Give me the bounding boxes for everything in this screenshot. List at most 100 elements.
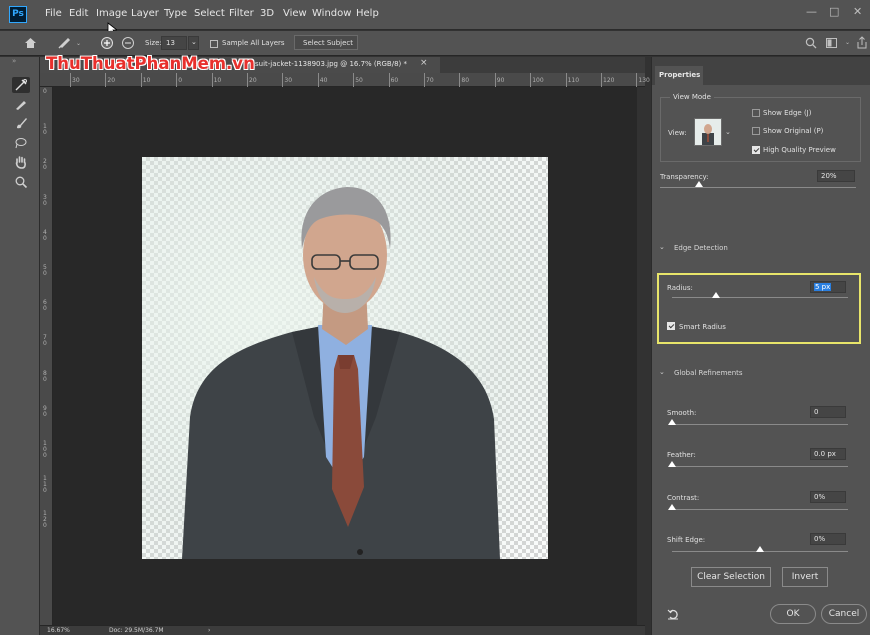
menu-select[interactable]: Select bbox=[194, 8, 225, 19]
ruler-tick-mark bbox=[247, 73, 248, 87]
show-edge-checkbox[interactable] bbox=[752, 109, 760, 117]
properties-panel: Properties View Mode View: ⌄ Show Edge (… bbox=[651, 57, 870, 635]
radius-slider[interactable] bbox=[672, 297, 848, 298]
share-icon[interactable] bbox=[856, 36, 868, 49]
sample-all-layers-label: Sample All Layers bbox=[222, 39, 285, 47]
ruler-tick-label: 110 bbox=[567, 77, 580, 84]
ruler-tick-label: 110 bbox=[43, 475, 47, 495]
contrast-input[interactable]: 0% bbox=[810, 491, 846, 503]
shift-edge-input[interactable]: 0% bbox=[810, 533, 846, 545]
photoshop-logo-icon[interactable]: Ps bbox=[9, 6, 27, 23]
ruler-tick-label: 120 bbox=[603, 77, 615, 84]
global-refinements-title: Global Refinements bbox=[674, 369, 743, 377]
menu-image[interactable]: Image bbox=[96, 8, 127, 19]
ruler-tick-label: 30 bbox=[284, 77, 293, 84]
transparency-slider[interactable] bbox=[660, 187, 856, 188]
menu-file[interactable]: File bbox=[45, 8, 62, 19]
ruler-tick-mark bbox=[211, 73, 213, 87]
size-input[interactable]: 13 bbox=[161, 36, 187, 50]
ruler-tick-label: 0 bbox=[178, 77, 183, 84]
radius-label: Radius: bbox=[667, 284, 693, 292]
watermark-logo: ThuThuatPhanMem.vn bbox=[46, 54, 255, 73]
refine-edge-brush-tool[interactable] bbox=[12, 96, 30, 112]
status-menu-arrow-icon[interactable]: › bbox=[208, 627, 210, 634]
collapse-toolbar-icon[interactable]: » bbox=[12, 57, 16, 65]
workspace-chevron-icon[interactable]: ⌄ bbox=[845, 39, 850, 46]
shift-edge-slider-thumb[interactable] bbox=[756, 546, 764, 552]
feather-slider-thumb[interactable] bbox=[668, 461, 676, 467]
close-tab-icon[interactable]: × bbox=[420, 58, 428, 68]
ruler-tick-mark bbox=[494, 73, 496, 87]
transparency-slider-thumb[interactable] bbox=[695, 181, 704, 187]
smooth-slider[interactable] bbox=[672, 424, 848, 425]
zoom-tool[interactable] bbox=[12, 174, 30, 190]
cancel-button[interactable]: Cancel bbox=[821, 604, 867, 624]
properties-tab[interactable]: Properties bbox=[655, 66, 703, 85]
ruler-tick-mark bbox=[601, 73, 602, 87]
clear-selection-button[interactable]: Clear Selection bbox=[691, 567, 771, 587]
radius-input[interactable]: 5 px bbox=[810, 281, 846, 293]
brush-dropdown-chevron-icon[interactable]: ⌄ bbox=[76, 40, 81, 47]
transparency-input[interactable]: 20% bbox=[817, 170, 855, 182]
ruler-tick-label: 70 bbox=[43, 334, 47, 348]
reset-icon[interactable] bbox=[667, 608, 679, 620]
zoom-icon bbox=[15, 176, 28, 189]
ruler-tick-mark bbox=[140, 73, 142, 87]
select-subject-button[interactable]: Select Subject bbox=[294, 35, 358, 50]
subtract-from-selection-icon[interactable] bbox=[121, 36, 135, 50]
radius-slider-thumb[interactable] bbox=[712, 292, 720, 298]
size-label: Size: bbox=[145, 39, 162, 47]
ok-button[interactable]: OK bbox=[770, 604, 816, 624]
quick-selection-brush-icon[interactable] bbox=[57, 36, 71, 50]
menu-window[interactable]: Window bbox=[312, 8, 351, 19]
add-to-selection-icon[interactable] bbox=[100, 36, 114, 50]
brush-tool[interactable] bbox=[12, 115, 30, 131]
ruler-tick-label: 90 bbox=[496, 77, 505, 84]
menu-view[interactable]: View bbox=[283, 8, 307, 19]
view-dropdown-chevron-icon[interactable]: ⌄ bbox=[725, 128, 731, 136]
close-window-button[interactable]: ✕ bbox=[853, 5, 862, 18]
home-icon[interactable] bbox=[24, 37, 37, 49]
ruler-tick-label: 20 bbox=[43, 158, 47, 172]
document-image[interactable] bbox=[142, 157, 548, 559]
quick-selection-tool[interactable] bbox=[12, 77, 30, 93]
menu-help[interactable]: Help bbox=[356, 8, 379, 19]
ruler-tick-label: 60 bbox=[43, 299, 47, 313]
man-in-suit-illustration bbox=[182, 187, 500, 559]
radius-value: 5 px bbox=[814, 283, 832, 291]
contrast-slider-thumb[interactable] bbox=[668, 504, 676, 510]
minimize-button[interactable]: — bbox=[806, 5, 817, 18]
menu-edit[interactable]: Edit bbox=[69, 8, 88, 19]
ruler-tick-label: 50 bbox=[43, 264, 47, 277]
feather-input[interactable]: 0.0 px bbox=[810, 448, 846, 460]
tools-panel: » bbox=[0, 57, 40, 635]
search-icon[interactable] bbox=[805, 37, 817, 49]
view-thumbnail[interactable] bbox=[694, 118, 722, 146]
invert-button[interactable]: Invert bbox=[782, 567, 828, 587]
menu-layer[interactable]: Layer bbox=[131, 8, 159, 19]
smart-radius-checkbox[interactable] bbox=[667, 322, 675, 330]
edge-detection-chevron-icon[interactable]: ⌄ bbox=[659, 243, 665, 251]
size-dropdown-button[interactable]: ⌄ bbox=[188, 36, 199, 50]
ruler-tick-label: 60 bbox=[390, 77, 399, 84]
contrast-slider[interactable] bbox=[672, 509, 848, 510]
menu-type[interactable]: Type bbox=[164, 8, 187, 19]
sample-all-layers-checkbox[interactable] bbox=[210, 40, 218, 48]
smooth-input[interactable]: 0 bbox=[810, 406, 846, 418]
ruler-tick-mark bbox=[282, 73, 284, 87]
workspace-icon[interactable] bbox=[826, 38, 840, 48]
view-thumbnail-image bbox=[702, 124, 714, 145]
show-original-checkbox[interactable] bbox=[752, 127, 760, 135]
menu-3d[interactable]: 3D bbox=[260, 8, 274, 19]
quick-selection-icon bbox=[15, 79, 27, 91]
hand-tool[interactable] bbox=[12, 154, 30, 170]
maximize-button[interactable]: □ bbox=[829, 5, 839, 18]
zoom-level[interactable]: 16.67% bbox=[47, 627, 70, 634]
feather-slider[interactable] bbox=[672, 466, 848, 467]
document-size: Doc: 29.5M/36.7M bbox=[109, 627, 164, 634]
smooth-slider-thumb[interactable] bbox=[668, 419, 676, 425]
high-quality-preview-checkbox[interactable] bbox=[752, 146, 760, 154]
global-refinements-chevron-icon[interactable]: ⌄ bbox=[659, 368, 665, 376]
menu-filter[interactable]: Filter bbox=[229, 8, 254, 19]
lasso-tool[interactable] bbox=[12, 135, 30, 151]
